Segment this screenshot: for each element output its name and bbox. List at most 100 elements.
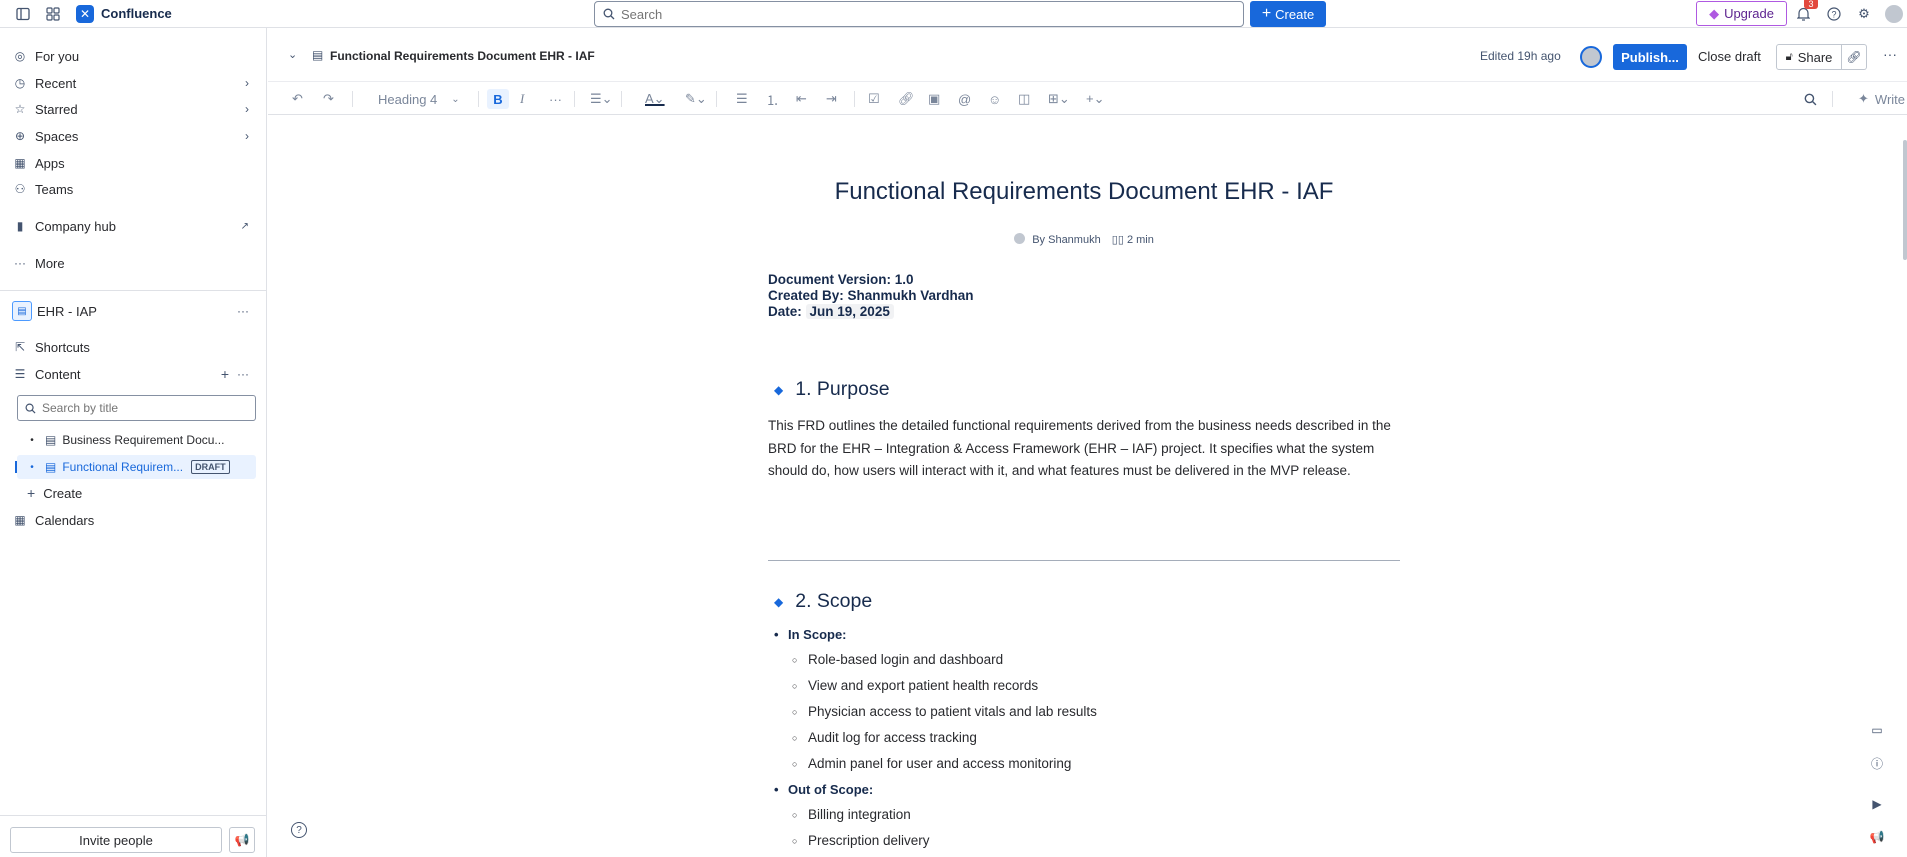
- global-search[interactable]: [594, 1, 1244, 27]
- in-scope-label[interactable]: In Scope:: [774, 627, 846, 642]
- sidebar-item-company-hub[interactable]: ▮ Company hub ↗: [12, 214, 255, 238]
- help-icon[interactable]: ?: [1825, 5, 1843, 23]
- info-icon[interactable]: ⓘ: [1868, 754, 1886, 772]
- app-name[interactable]: Confluence: [101, 6, 172, 21]
- edited-status[interactable]: Edited 19h ago: [1480, 49, 1561, 63]
- create-button[interactable]: + Create: [1250, 1, 1326, 27]
- highlight-icon[interactable]: ✎⌄: [685, 89, 707, 109]
- more-options-icon[interactable]: ···: [237, 304, 249, 318]
- sidebar-item-calendars[interactable]: ▦ Calendars: [12, 508, 255, 532]
- layout-columns-icon[interactable]: ◫: [1018, 89, 1030, 109]
- collaborator-avatar[interactable]: [1580, 46, 1602, 68]
- close-draft-button[interactable]: Close draft: [1698, 49, 1761, 64]
- outdent-icon[interactable]: ⇤: [796, 89, 807, 109]
- list-item[interactable]: Audit log for access tracking: [792, 730, 977, 745]
- insert-plus-icon[interactable]: +⌄: [1086, 89, 1104, 109]
- globe-icon: ⊕: [14, 129, 26, 143]
- purpose-heading[interactable]: ◆ 1. Purpose: [774, 378, 890, 401]
- scope-heading[interactable]: ◆ 2. Scope: [774, 590, 872, 613]
- tree-item-functional-requirements[interactable]: • ▤ Functional Requirem... DRAFT: [15, 455, 256, 479]
- sidebar-item-apps[interactable]: ▦ Apps: [12, 151, 255, 175]
- italic-icon[interactable]: I: [520, 89, 524, 109]
- search-by-title-input[interactable]: [42, 401, 242, 415]
- app-switcher-icon[interactable]: [44, 5, 62, 23]
- publish-button[interactable]: Publish...: [1613, 44, 1687, 70]
- sidebar-item-for-you[interactable]: ◎ For you: [12, 44, 255, 68]
- sidebar-toggle-icon[interactable]: [14, 5, 32, 23]
- sidebar-item-shortcuts[interactable]: ⇱ Shortcuts: [12, 335, 255, 359]
- undo-icon[interactable]: ↶: [292, 89, 303, 109]
- editor-help-icon[interactable]: ?: [291, 822, 307, 838]
- chevron-right-icon[interactable]: ›: [245, 76, 249, 90]
- indent-icon[interactable]: ⇥: [826, 89, 837, 109]
- sidebar-item-content[interactable]: ☰ Content + ···: [12, 362, 255, 386]
- bullet-list-icon[interactable]: ☰: [736, 89, 748, 109]
- collapse-chevron-icon[interactable]: ⌄: [288, 48, 297, 61]
- sidebar-item-more[interactable]: ··· More: [12, 251, 255, 275]
- task-checkbox-icon[interactable]: ☑: [868, 89, 880, 109]
- tree-item-business-requirement[interactable]: • ▤ Business Requirement Docu...: [17, 428, 256, 452]
- divider: [352, 91, 353, 107]
- invite-people-button[interactable]: Invite people: [10, 827, 222, 853]
- sidebar-item-spaces[interactable]: ⊕ Spaces ›: [12, 124, 255, 148]
- search-by-title[interactable]: [17, 395, 256, 421]
- tree-create[interactable]: + Create: [17, 481, 256, 505]
- search-icon: [25, 403, 36, 414]
- settings-gear-icon[interactable]: ⚙: [1855, 5, 1873, 23]
- mention-icon[interactable]: @: [958, 89, 971, 109]
- share-button[interactable]: 🔓︎ Share: [1776, 44, 1842, 70]
- page-icon: ▤: [45, 460, 57, 474]
- sidebar-item-teams[interactable]: ⚇ Teams: [12, 177, 255, 201]
- sidebar-item-label: Content: [35, 366, 81, 382]
- comments-icon[interactable]: ▭: [1868, 721, 1886, 739]
- chevron-right-icon[interactable]: ›: [245, 129, 249, 143]
- document-title[interactable]: Functional Requirements Document EHR - I…: [768, 178, 1400, 206]
- announce-megaphone-icon[interactable]: 📢: [1868, 828, 1886, 846]
- bullet-icon: •: [30, 461, 34, 473]
- svg-text:?: ?: [1831, 10, 1836, 20]
- add-content-plus-icon[interactable]: +: [221, 366, 229, 382]
- list-item[interactable]: View and export patient health records: [792, 678, 1038, 693]
- text-color-icon[interactable]: A⌄: [645, 89, 665, 109]
- document-meta[interactable]: Document Version: 1.0 Created By: Shanmu…: [768, 272, 974, 320]
- out-of-scope-label[interactable]: Out of Scope:: [774, 782, 873, 797]
- user-avatar[interactable]: [1885, 5, 1903, 23]
- list-item[interactable]: Role-based login and dashboard: [792, 652, 1003, 667]
- tree-item-label: Business Requirement Docu...: [62, 433, 225, 447]
- numbered-list-icon[interactable]: ⒈: [766, 89, 779, 109]
- more-actions-icon[interactable]: ···: [1883, 46, 1897, 62]
- list-item[interactable]: Billing integration: [792, 807, 911, 822]
- redo-icon[interactable]: ↷: [323, 89, 334, 109]
- star-icon: ☆: [14, 102, 26, 116]
- upgrade-button[interactable]: ◆ Upgrade: [1696, 1, 1787, 26]
- megaphone-icon[interactable]: 📢: [229, 827, 255, 853]
- text-style-dropdown[interactable]: Heading 4 ⌄: [378, 89, 468, 109]
- ai-write-button[interactable]: ✦ Write: [1858, 89, 1905, 109]
- align-left-icon[interactable]: ☰⌄: [590, 89, 613, 109]
- byline-author[interactable]: By Shanmukh: [1032, 234, 1100, 246]
- bold-icon[interactable]: B: [487, 89, 509, 109]
- sidebar-item-recent[interactable]: ◷ Recent ›: [12, 71, 255, 95]
- chevron-right-icon[interactable]: ›: [245, 102, 249, 116]
- search-input[interactable]: [621, 6, 1221, 22]
- more-formatting-icon[interactable]: ···: [549, 89, 562, 109]
- confluence-logo-icon[interactable]: ✕: [76, 5, 94, 23]
- image-icon[interactable]: ▣: [928, 89, 940, 109]
- video-icon[interactable]: ▶: [1868, 795, 1886, 813]
- purpose-paragraph[interactable]: This FRD outlines the detailed functiona…: [768, 415, 1400, 483]
- list-item[interactable]: Prescription delivery: [792, 833, 929, 848]
- emoji-icon[interactable]: ☺: [988, 89, 1001, 109]
- list-item[interactable]: Admin panel for user and access monitori…: [792, 756, 1071, 771]
- space-header[interactable]: ▤ EHR - IAP ···: [12, 299, 255, 323]
- date-chip[interactable]: Jun 19, 2025: [805, 304, 894, 319]
- link-icon[interactable]: 🔗︎: [898, 89, 915, 109]
- upgrade-label: Upgrade: [1724, 6, 1774, 21]
- more-options-icon[interactable]: ···: [237, 367, 249, 381]
- breadcrumb-page-title[interactable]: Functional Requirements Document EHR - I…: [330, 49, 595, 63]
- list-item[interactable]: Physician access to patient vitals and l…: [792, 704, 1097, 719]
- find-search-icon[interactable]: [1804, 89, 1817, 109]
- copy-link-icon[interactable]: 🔗︎: [1842, 44, 1867, 70]
- table-icon[interactable]: ⊞⌄: [1048, 89, 1070, 109]
- scrollbar[interactable]: [1903, 140, 1907, 260]
- sidebar-item-starred[interactable]: ☆ Starred ›: [12, 97, 255, 121]
